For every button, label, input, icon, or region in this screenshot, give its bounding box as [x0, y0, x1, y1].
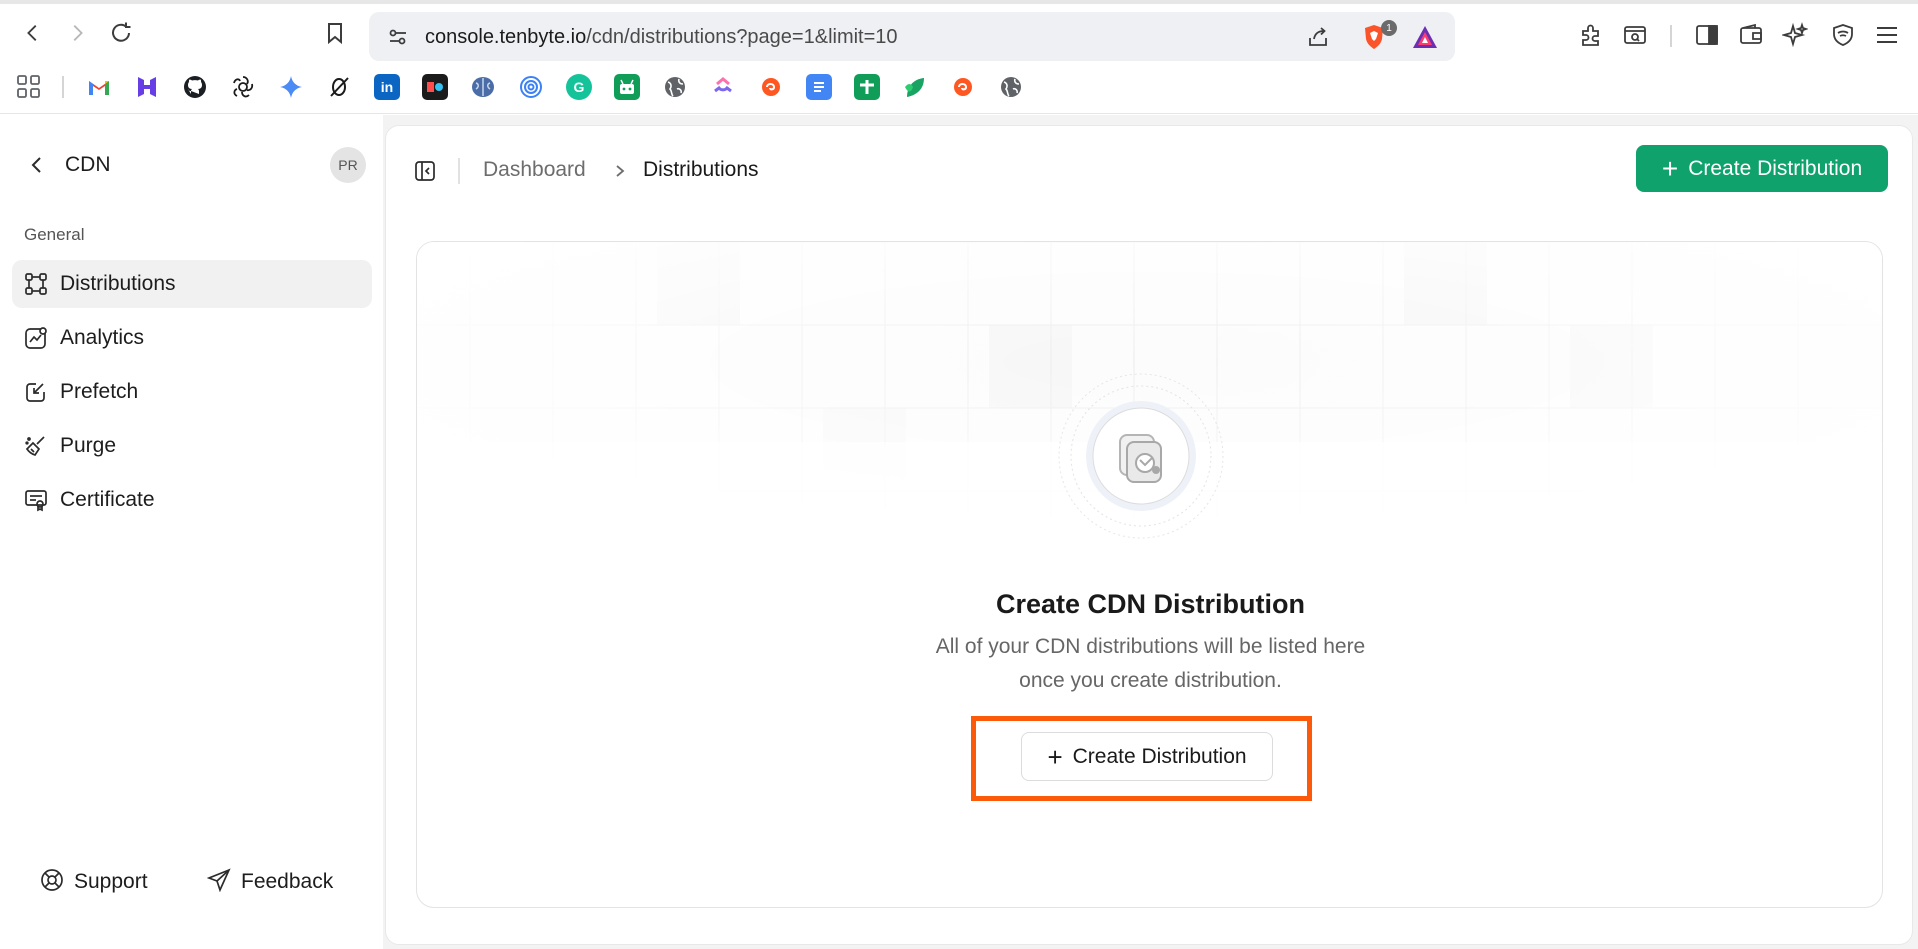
plus-icon: + — [1047, 741, 1063, 772]
leaf-icon[interactable] — [902, 74, 928, 100]
bookmarks-separator — [62, 76, 64, 98]
avatar[interactable]: PR — [330, 147, 366, 183]
linkedin-icon[interactable]: in — [374, 74, 400, 100]
sidebar-item-distributions[interactable]: Distributions — [12, 260, 372, 308]
sidebar-title: CDN — [65, 153, 111, 176]
wallet-icon[interactable] — [1736, 20, 1766, 50]
browser-toolbar: console.tenbyte.io/cdn/distributions?pag… — [0, 4, 1918, 62]
url-text[interactable]: console.tenbyte.io/cdn/distributions?pag… — [425, 26, 898, 49]
purge-icon — [22, 432, 50, 460]
sidebar-item-prefetch[interactable]: Prefetch — [12, 368, 372, 416]
sidebar-item-label: Analytics — [60, 326, 145, 349]
certificate-icon — [22, 486, 50, 514]
sidebar-item-certificate[interactable]: Certificate — [12, 476, 372, 524]
support-label: Support — [74, 870, 148, 893]
bookmarks-bar: in G — [0, 62, 1918, 114]
sidebar-item-analytics[interactable]: Analytics — [12, 314, 372, 362]
breadcrumb-distributions: Distributions — [643, 158, 759, 181]
apps-grid-icon[interactable] — [16, 74, 42, 100]
feedback-label: Feedback — [241, 870, 334, 893]
sidebar-item-purge[interactable]: Purge — [12, 422, 372, 470]
grammarly-icon[interactable]: G — [566, 74, 592, 100]
swirl-icon-2[interactable] — [950, 74, 976, 100]
create-distribution-label: Create Distribution — [1688, 156, 1863, 180]
url-host: console.tenbyte.io — [425, 26, 587, 48]
empty-create-distribution-label: Create Distribution — [1072, 744, 1247, 768]
sidebar-item-label: Purge — [60, 434, 117, 457]
sidebar-section-label: General — [24, 225, 85, 244]
sidebar-toggle-icon[interactable] — [1692, 20, 1722, 50]
brave-rewards-icon[interactable] — [1410, 22, 1440, 52]
breadcrumb-dashboard[interactable]: Dashboard — [483, 158, 586, 182]
app-icon[interactable] — [422, 74, 448, 100]
create-distribution-button[interactable]: + Create Distribution — [1636, 145, 1888, 192]
sidebar: CDN PR General Distributions Analytics P… — [0, 115, 383, 949]
empty-state-card: Create CDN Distribution All of your CDN … — [416, 241, 1883, 908]
empty-create-distribution-button[interactable]: + Create Distribution — [1021, 732, 1273, 781]
feedback-button[interactable]: Feedback — [206, 862, 334, 902]
site-settings-icon[interactable] — [383, 22, 413, 52]
gmail-icon[interactable] — [86, 74, 112, 100]
address-bar[interactable]: console.tenbyte.io/cdn/distributions?pag… — [369, 12, 1455, 61]
back-icon[interactable] — [18, 18, 48, 48]
github-icon[interactable] — [182, 74, 208, 100]
main-panel: Dashboard Distributions + Create Distrib… — [385, 125, 1913, 945]
perplexity-icon[interactable] — [326, 74, 352, 100]
brave-shield-icon[interactable]: 1 — [1359, 20, 1397, 52]
spiral-icon[interactable] — [518, 74, 544, 100]
app-container: CDN PR General Distributions Analytics P… — [0, 115, 1918, 949]
support-button[interactable]: Support — [40, 862, 148, 902]
url-path: /cdn/distributions?page=1&limit=10 — [586, 26, 898, 48]
sheets-icon[interactable] — [854, 74, 880, 100]
vpn-shield-icon[interactable] — [1828, 20, 1858, 50]
menu-icon[interactable] — [1872, 20, 1902, 50]
plus-icon: + — [1661, 152, 1679, 184]
toolbar-separator — [1670, 25, 1672, 47]
hostinger-icon[interactable] — [134, 74, 160, 100]
forward-icon[interactable] — [62, 18, 92, 48]
collapse-sidebar-icon[interactable] — [410, 156, 440, 186]
android-icon[interactable] — [614, 74, 640, 100]
globe-icon[interactable] — [662, 74, 688, 100]
sidebar-item-label: Certificate — [60, 488, 155, 511]
empty-desc-line1: All of your CDN distributions will be li… — [935, 635, 1366, 658]
brain-icon[interactable] — [470, 74, 496, 100]
cdn-illustration-icon — [1058, 373, 1224, 539]
distributions-icon — [22, 270, 50, 298]
send-icon — [206, 867, 231, 897]
empty-desc-line2: once you create distribution. — [1019, 669, 1282, 692]
share-icon[interactable] — [1303, 22, 1333, 52]
clickup-icon[interactable] — [710, 74, 736, 100]
sidebar-item-label: Distributions — [60, 272, 176, 295]
empty-state-title: Create CDN Distribution — [995, 589, 1306, 619]
empty-state-description: All of your CDN distributions will be li… — [417, 630, 1882, 698]
globe-icon-2[interactable] — [998, 74, 1024, 100]
docs-icon[interactable] — [806, 74, 832, 100]
sidebar-back-icon[interactable] — [22, 150, 52, 180]
gemini-icon[interactable] — [278, 74, 304, 100]
openai-icon[interactable] — [230, 74, 256, 100]
chevron-right-icon — [608, 159, 632, 183]
sidebar-item-label: Prefetch — [60, 380, 139, 403]
swirl-icon[interactable] — [758, 74, 784, 100]
analytics-icon — [22, 324, 50, 352]
support-icon — [40, 868, 64, 897]
tab-search-icon[interactable] — [1620, 20, 1650, 50]
leo-ai-icon[interactable] — [1780, 20, 1810, 50]
brave-badge: 1 — [1381, 20, 1397, 36]
prefetch-icon — [22, 378, 50, 406]
reload-icon[interactable] — [106, 18, 136, 48]
bookmark-icon[interactable] — [320, 18, 350, 48]
extensions-icon[interactable] — [1576, 20, 1606, 50]
breadcrumb-separator — [458, 158, 460, 184]
